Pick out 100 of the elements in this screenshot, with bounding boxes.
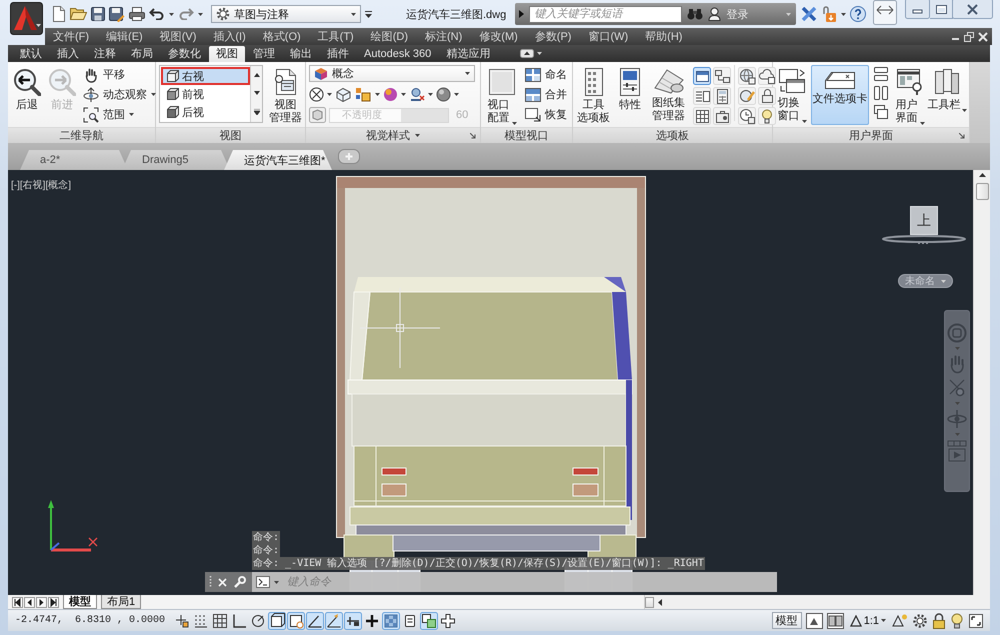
menu-item[interactable]: 编辑(E) — [106, 29, 143, 44]
more-icon[interactable] — [254, 109, 260, 115]
help-icon[interactable] — [850, 6, 866, 22]
command-input[interactable]: 键入命令 — [283, 574, 777, 590]
layout-frame-icon[interactable] — [806, 612, 823, 628]
scroll-down-icon[interactable] — [254, 91, 260, 95]
view-item[interactable]: 后视 — [161, 103, 250, 121]
viewport-label[interactable]: [-][右视][概念] — [11, 178, 71, 192]
layout-tab[interactable]: 布局1 — [101, 595, 142, 609]
file-tabs-button[interactable]: 文件选项卡 — [811, 65, 869, 125]
new-tab-icon[interactable] — [338, 149, 360, 164]
tool-button[interactable]: 合并 — [523, 85, 569, 104]
properties-button[interactable]: 特性 — [615, 65, 645, 125]
grid-icon[interactable] — [211, 612, 229, 630]
menu-item[interactable]: 格式(O) — [262, 29, 301, 44]
back-button[interactable]: 后退 — [11, 65, 43, 125]
tool-button[interactable]: 范围 — [81, 105, 158, 124]
briefcase-icon[interactable] — [713, 107, 731, 125]
menu-item[interactable]: 帮助(H) — [645, 29, 682, 44]
horizontal-split-icon[interactable] — [872, 65, 890, 83]
user-interface-button[interactable]: 用户界面 — [893, 65, 927, 125]
menu-item[interactable]: 文件(F) — [53, 29, 90, 44]
globe-icon[interactable] — [738, 67, 756, 85]
menu-item[interactable]: 修改(M) — [479, 29, 518, 44]
close-icon[interactable] — [953, 0, 993, 19]
edge-squares-icon[interactable] — [355, 87, 372, 102]
open-folder-icon[interactable] — [70, 7, 87, 21]
bulb-icon[interactable] — [950, 612, 964, 628]
ribbon-tab[interactable]: 精选应用 — [439, 46, 498, 62]
lock-frame-icon[interactable] — [758, 87, 776, 105]
table-icon[interactable] — [693, 107, 711, 125]
scroll-up-icon[interactable] — [254, 73, 260, 77]
clock-frame-icon[interactable] — [738, 107, 756, 125]
collapse-toggle-icon[interactable] — [520, 49, 534, 58]
viewport-config-button[interactable]: 视口配置 — [484, 65, 520, 125]
cloud-icon[interactable] — [758, 67, 776, 85]
binoculars-icon[interactable] — [687, 8, 704, 20]
visual-style-dropdown[interactable]: 概念 — [309, 65, 475, 82]
toolbars-button[interactable]: 工具栏 — [930, 65, 964, 125]
caret-icon[interactable] — [365, 10, 372, 18]
ribbon-tab[interactable]: 默认 — [13, 46, 49, 62]
launcher-arrow-icon[interactable] — [470, 132, 476, 138]
cross-icon[interactable] — [439, 612, 457, 630]
save-icon[interactable] — [91, 7, 105, 21]
search-field[interactable]: 键入关键字或短语 — [529, 6, 682, 22]
shaded-sphere-icon[interactable] — [383, 87, 398, 102]
list-icon[interactable] — [693, 87, 711, 105]
cascade-windows-icon[interactable] — [872, 103, 890, 121]
x-ray-icon[interactable] — [309, 87, 324, 102]
checker-icon[interactable] — [382, 612, 400, 630]
viewcube-face[interactable]: 上 — [910, 206, 938, 235]
sheet-set-button[interactable]: 图纸集管理器 — [648, 65, 690, 125]
model-space-button[interactable]: 模型 — [772, 612, 802, 629]
menu-item[interactable]: 工具(T) — [318, 29, 354, 44]
minimize-icon[interactable] — [905, 0, 930, 19]
gear-icon[interactable] — [912, 612, 928, 628]
triangle-sun-icon[interactable] — [892, 612, 908, 628]
app-download-icon[interactable] — [821, 6, 838, 22]
last-arrow-icon[interactable] — [48, 596, 59, 608]
command-prompt-icon[interactable] — [256, 576, 270, 588]
new-file-icon[interactable] — [52, 6, 66, 22]
view-item[interactable]: 前视 — [161, 85, 250, 103]
ribbon-tab[interactable]: 布局 — [124, 46, 160, 62]
fullscreen-icon[interactable] — [968, 612, 984, 628]
menu-item[interactable]: 参数(P) — [534, 29, 572, 44]
menu-item[interactable]: 标注(N) — [425, 29, 462, 44]
circle-corner-icon[interactable] — [287, 612, 305, 630]
document-tab[interactable]: 运货汽车三维图* — [224, 150, 332, 170]
scrollbar-thumb[interactable] — [976, 183, 988, 200]
scroll-left-icon[interactable] — [658, 598, 662, 606]
x-logo-icon[interactable] — [801, 7, 818, 21]
tool-button[interactable]: 命名 — [523, 65, 569, 84]
expand-arrow-icon[interactable] — [519, 10, 524, 18]
workspace-dropdown[interactable]: 草图与注释 — [211, 5, 361, 23]
compass-ring-icon[interactable] — [882, 235, 966, 245]
scrollbar-thumb[interactable] — [645, 596, 654, 608]
switch-window-button[interactable]: 切换窗口 — [776, 65, 808, 125]
redo-icon[interactable] — [178, 8, 194, 20]
view-manager-button[interactable]: 视图管理器 — [266, 65, 306, 125]
ribbon-tab[interactable]: Autodesk 360 — [357, 46, 438, 62]
user-icon[interactable] — [708, 7, 722, 21]
tool-button[interactable]: 动态观察 — [81, 85, 158, 104]
bars-icon[interactable] — [344, 612, 362, 630]
material-sphere-icon[interactable] — [436, 87, 451, 102]
ribbon-tab[interactable]: 输出 — [283, 46, 319, 62]
calculator-icon[interactable] — [713, 87, 731, 105]
ribbon-tab[interactable]: 参数化 — [161, 46, 208, 62]
ribbon-tab[interactable]: 注释 — [87, 46, 123, 62]
ribbon-tab[interactable]: 视图 — [209, 46, 245, 62]
layout-tab[interactable]: 模型 — [63, 595, 97, 609]
print-icon[interactable] — [129, 7, 145, 21]
command-line-field[interactable]: 键入命令 — [252, 572, 777, 592]
wrench-icon[interactable] — [233, 576, 246, 588]
scroll-up-icon[interactable] — [978, 173, 986, 177]
menu-item[interactable]: 绘图(D) — [370, 29, 408, 44]
view-item[interactable]: 右视 — [161, 67, 250, 85]
launcher-arrow-icon[interactable] — [959, 132, 965, 138]
vertical-split-icon[interactable] — [872, 84, 890, 102]
undo-icon[interactable] — [149, 8, 165, 20]
ribbon-tab[interactable]: 管理 — [246, 46, 282, 62]
